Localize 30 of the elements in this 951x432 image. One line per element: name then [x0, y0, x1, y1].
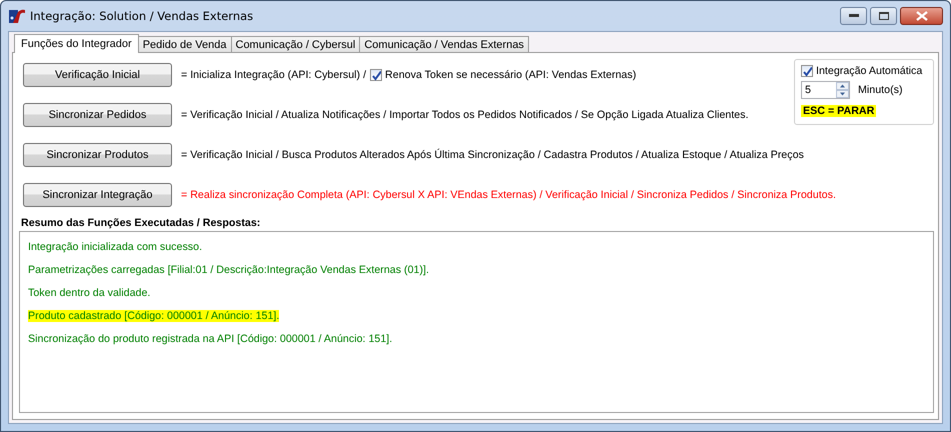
minimize-button[interactable]: [840, 7, 867, 25]
app-icon: [9, 8, 25, 24]
action-button[interactable]: Sincronizar Produtos: [23, 143, 172, 167]
maximize-button[interactable]: [870, 7, 897, 25]
checkbox[interactable]: Integração Automática: [801, 65, 933, 77]
log-line: Parametrizações carregadas [Filial:01 / Descrição:Integração Vendas Externas (01)].: [28, 264, 429, 276]
action-description: = Inicializa Integração (API: Cybersul) /: [181, 69, 366, 81]
tab[interactable]: Funções do Integrador: [14, 34, 139, 53]
unit-label: Minuto(s): [858, 84, 903, 96]
action-button[interactable]: Verificação Inicial: [23, 63, 172, 87]
minimize-icon: [848, 14, 858, 18]
tab[interactable]: Comunicação / Cybersul: [230, 36, 360, 52]
window-title: Integração: Solution / Vendas Externas: [30, 9, 254, 23]
log-title: Resumo das Funções Executadas / Respostas:: [21, 217, 262, 229]
esc-hint: ESC = PARAR: [801, 105, 876, 117]
log-line: Integração inicializada com sucesso.: [28, 241, 202, 253]
action-description: = Verificação Inicial / Busca Produtos Alterados Após Última Sincronização / Cadastra Produtos / Atualiza Estoque / Atualiza Preços: [181, 149, 804, 161]
log-line: Sincronização do produto registrada na API [Código: 000001 / Anúncio: 151].: [28, 333, 392, 345]
action-description: = Realiza sincronização Completa (API: Cybersul X API: VEndas Externas) / Verificação Inicial / Sincroniza Pedidos / Sincroniza Produtos.: [181, 189, 836, 201]
close-icon: [916, 11, 928, 21]
action-button[interactable]: Sincronizar Integração: [23, 183, 172, 207]
action-button[interactable]: Sincronizar Pedidos: [23, 103, 172, 127]
interval-spinner[interactable]: 5: [801, 81, 850, 99]
action-description: = Verificação Inicial / Atualiza Notificações / Importar Todos os Pedidos Notificados / Se Opção Ligada Atualiza Clientes.: [181, 109, 748, 121]
tab[interactable]: Comunicação / Vendas Externas: [359, 36, 529, 52]
checkbox-label: Integração Automática: [816, 65, 922, 77]
maximize-icon: [878, 12, 888, 20]
log-line: Token dentro da validade.: [28, 287, 150, 299]
close-button[interactable]: [900, 7, 943, 25]
tab[interactable]: Pedido de Venda: [138, 36, 232, 52]
